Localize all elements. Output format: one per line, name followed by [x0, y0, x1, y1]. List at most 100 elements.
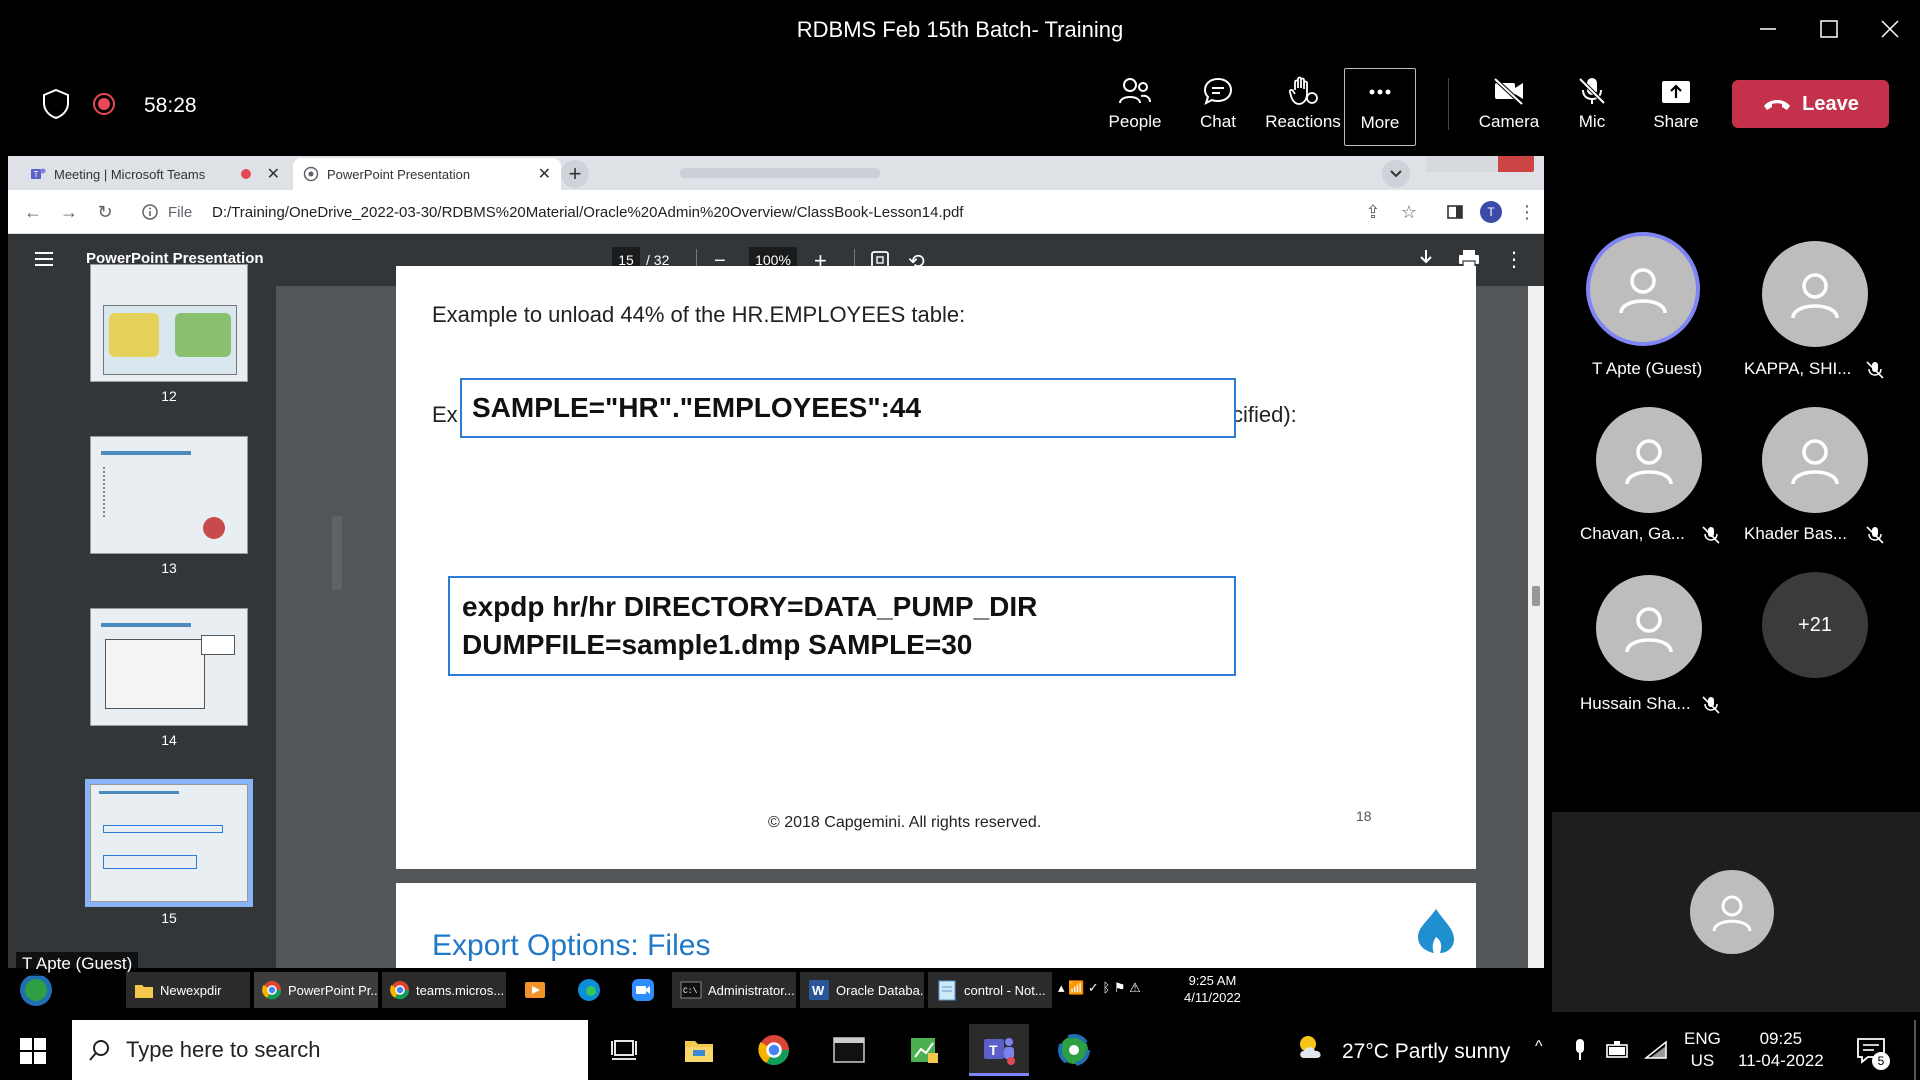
tab-teams-meeting[interactable]: T Meeting | Microsoft Teams ✕	[20, 158, 290, 190]
svg-text:T: T	[989, 1042, 998, 1058]
remote-desktop-icon[interactable]	[1044, 1024, 1104, 1076]
close-tab-icon[interactable]: ✕	[267, 164, 280, 184]
task-view-icon[interactable]	[594, 1024, 654, 1076]
pdf-viewer-body: 12 13 14 15 Example to unload 44% of the…	[8, 264, 1544, 1012]
thumbnail-page-13[interactable]	[90, 436, 248, 554]
minimize-icon[interactable]	[1748, 12, 1788, 46]
share-button[interactable]: Share	[1634, 68, 1718, 146]
bookmark-star-icon[interactable]: ☆	[1398, 201, 1420, 223]
mic-off-icon	[1577, 76, 1607, 106]
teams-taskbar-icon[interactable]: T	[969, 1024, 1029, 1076]
language-indicator[interactable]: ENG US	[1684, 1028, 1721, 1072]
remote-task-media[interactable]	[510, 972, 560, 1008]
recording-icon	[92, 92, 116, 116]
people-button[interactable]: People	[1093, 68, 1177, 146]
system-clock[interactable]: 09:25 11-04-2022	[1738, 1028, 1824, 1072]
page-scrollbar[interactable]	[1528, 286, 1544, 1012]
participant-tile[interactable]	[1596, 407, 1702, 513]
side-panel-icon[interactable]	[1444, 201, 1466, 223]
remote-window-controls-bg	[1426, 156, 1498, 172]
camera-off-icon	[1492, 76, 1526, 106]
globe-icon	[303, 166, 319, 182]
leave-button[interactable]: Leave	[1732, 80, 1889, 128]
back-icon[interactable]: ←	[22, 201, 44, 223]
code-box-expdp: expdp hr/hr DIRECTORY=DATA_PUMP_DIR DUMP…	[448, 576, 1236, 676]
reactions-button[interactable]: Reactions	[1261, 68, 1345, 146]
remote-task-edge[interactable]	[564, 972, 614, 1008]
windows-start-icon[interactable]	[20, 1038, 46, 1064]
tab-powerpoint-presentation[interactable]: PowerPoint Presentation ✕	[293, 158, 561, 190]
camera-button[interactable]: Camera	[1466, 68, 1552, 146]
file-explorer-icon[interactable]	[669, 1024, 729, 1076]
avatar	[1590, 236, 1696, 342]
close-tab-icon[interactable]: ✕	[538, 164, 551, 184]
chat-button[interactable]: Chat	[1176, 68, 1260, 146]
thumbnail-label: 15	[161, 910, 177, 926]
spreadsheet-app-icon[interactable]	[894, 1024, 954, 1076]
participant-name: Hussain Sha...	[1580, 694, 1691, 713]
remote-task-label: teams.micros...	[416, 982, 505, 998]
toolbar-divider	[1448, 78, 1449, 130]
remote-task-word[interactable]: W Oracle Databa...	[800, 972, 924, 1008]
avatar	[1596, 575, 1702, 681]
slide-text-prefix: Ex	[432, 402, 458, 427]
clock-time: 09:25	[1759, 1029, 1803, 1048]
participant-tile[interactable]	[1762, 241, 1868, 347]
remote-task-chrome-pdf[interactable]: PowerPoint Pr...	[254, 972, 378, 1008]
reload-icon[interactable]: ↻	[94, 201, 116, 223]
remote-task-folder[interactable]: Newexpdir	[126, 972, 250, 1008]
close-icon[interactable]	[1870, 12, 1910, 46]
window-title: RDBMS Feb 15th Batch- Training	[796, 17, 1124, 42]
tab-search-button[interactable]	[1382, 160, 1410, 188]
forward-icon[interactable]: →	[58, 201, 80, 223]
browser-menu-icon[interactable]: ⋮	[1516, 201, 1538, 223]
participant-tile[interactable]	[1590, 236, 1696, 342]
taskbar-search[interactable]: Type here to search	[72, 1020, 588, 1080]
tab-label: PowerPoint Presentation	[327, 166, 471, 182]
avatar	[1762, 241, 1868, 347]
thumbnail-page-12[interactable]	[90, 264, 248, 382]
maximize-icon[interactable]	[1809, 12, 1849, 46]
self-view-tile[interactable]	[1552, 812, 1920, 1012]
svg-text:W: W	[812, 983, 825, 998]
participant-name: KAPPA, SHI...	[1744, 359, 1852, 378]
share-page-icon[interactable]: ⇪	[1362, 201, 1384, 223]
show-desktop-button[interactable]	[1914, 1020, 1916, 1080]
participant-tile[interactable]	[1762, 407, 1868, 513]
remote-task-cmd[interactable]: C:\ Administrator...	[672, 972, 796, 1008]
slide-page-number: 18	[1356, 808, 1372, 824]
avatar	[1596, 407, 1702, 513]
sidebar-scrollbar[interactable]	[330, 286, 344, 1012]
battery-icon[interactable]	[1606, 1040, 1630, 1060]
chrome-icon[interactable]	[744, 1024, 804, 1076]
pdf-page: Example to unload 44% of the HR.EMPLOYEE…	[396, 266, 1476, 869]
remote-task-label: Newexpdir	[160, 982, 222, 998]
weather-text[interactable]: 27°C Partly sunny	[1342, 1040, 1510, 1064]
tray-overflow-icon[interactable]: ^	[1535, 1038, 1543, 1056]
recording-dot-icon	[240, 169, 251, 179]
remote-task-chrome-teams[interactable]: teams.micros...	[382, 972, 506, 1008]
pdf-more-icon[interactable]: ⋮	[1504, 247, 1524, 272]
thumbnail-page-15[interactable]	[85, 779, 253, 907]
participant-tile[interactable]	[1596, 575, 1702, 681]
more-participants-button[interactable]: +21	[1762, 572, 1868, 678]
chrome-icon	[390, 980, 410, 1000]
mic-muted-icon	[1702, 696, 1720, 714]
microphone-tray-icon[interactable]	[1572, 1038, 1588, 1062]
mic-button[interactable]: Mic	[1550, 68, 1634, 146]
mic-label: Mic	[1578, 112, 1606, 131]
remote-task-notepad[interactable]: control - Not...	[928, 972, 1052, 1008]
remote-clock: 9:25 AM 4/11/2022	[1184, 972, 1241, 1006]
hamburger-menu-icon[interactable]	[34, 250, 54, 268]
remote-task-zoom[interactable]	[618, 972, 668, 1008]
thumbnail-page-14[interactable]	[90, 608, 248, 726]
word-icon: W	[808, 979, 830, 1001]
wifi-icon[interactable]	[1644, 1040, 1668, 1060]
terminal-icon[interactable]	[819, 1024, 879, 1076]
url-field[interactable]: D:/Training/OneDrive_2022-03-30/RDBMS%20…	[212, 204, 963, 221]
new-tab-button[interactable]: +	[561, 160, 589, 188]
self-avatar	[1690, 870, 1774, 954]
profile-avatar[interactable]: T	[1480, 201, 1502, 223]
browser-tab-strip: T Meeting | Microsoft Teams ✕ PowerPoint…	[8, 156, 1544, 190]
more-button[interactable]: More	[1344, 68, 1416, 146]
